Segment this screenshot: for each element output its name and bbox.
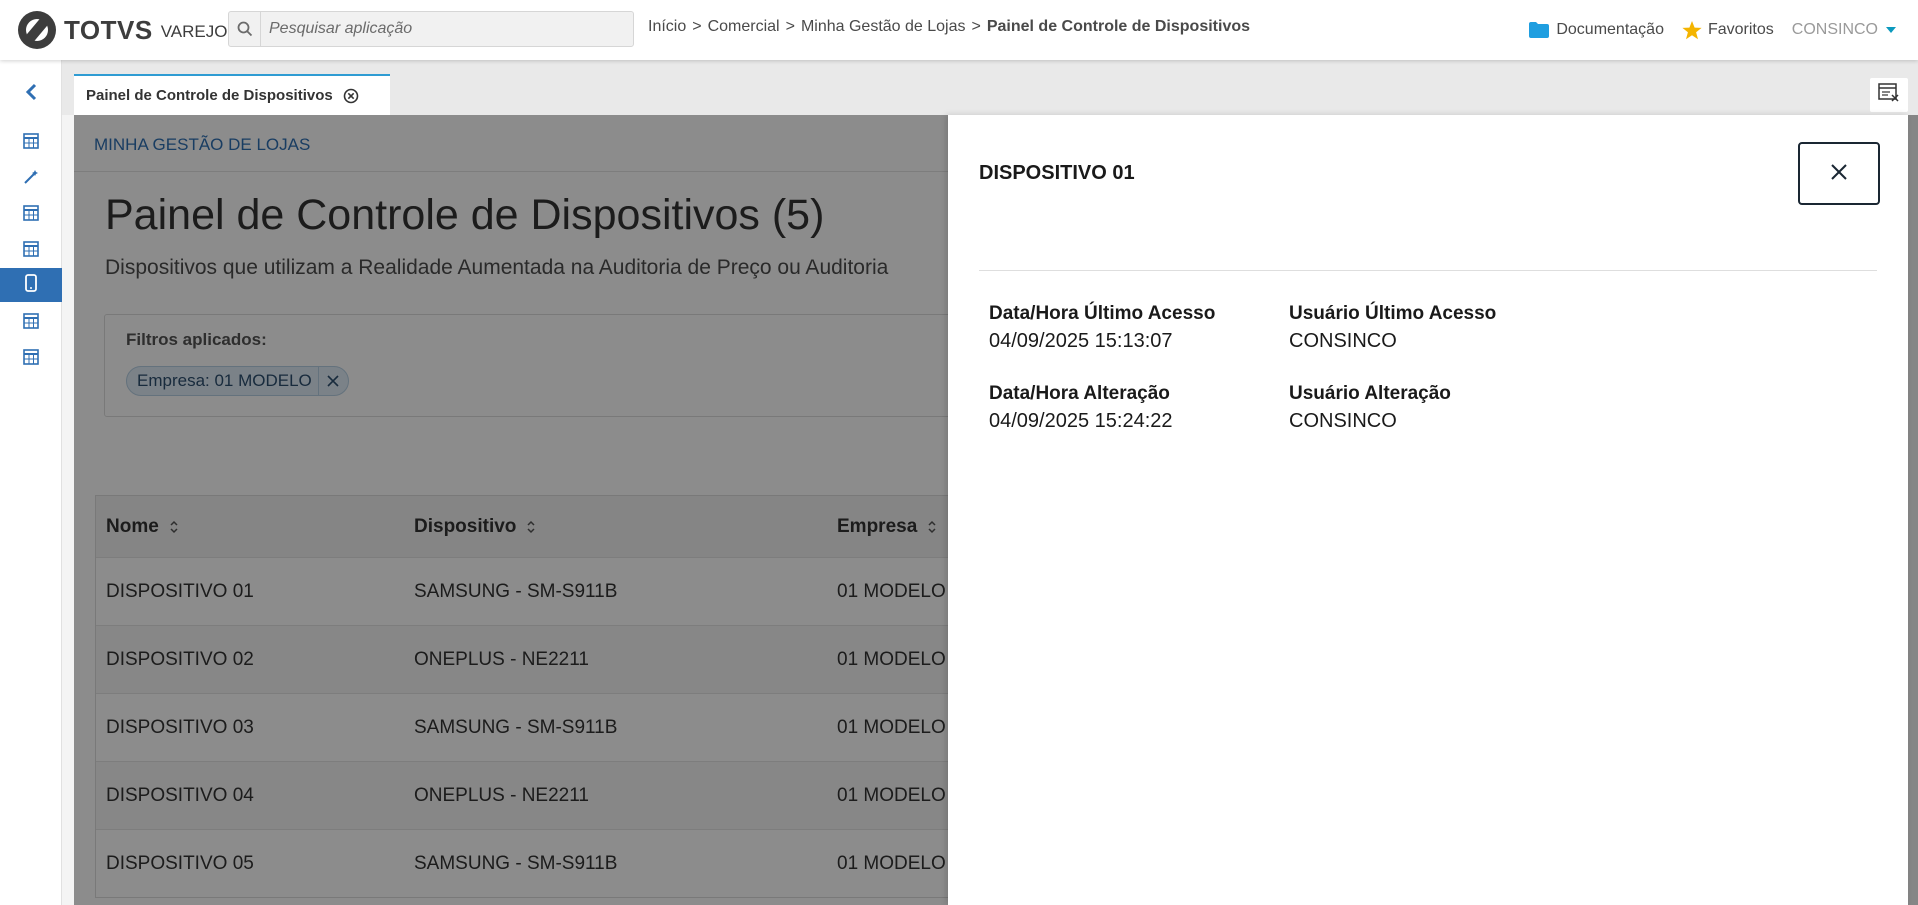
favorites-link[interactable]: Favoritos [1682,20,1774,40]
documentation-label: Documentação [1556,21,1664,38]
breadcrumb: Início > Comercial > Minha Gestão de Loj… [648,18,1250,36]
folder-icon [1528,21,1550,39]
wand-icon [23,169,39,189]
breadcrumb-item-minha-gestao[interactable]: Minha Gestão de Lojas [801,18,966,36]
product-name: VAREJO [160,21,228,41]
field-last-access-datetime: Data/Hora Último Acesso 04/09/2025 15:13… [989,303,1215,353]
field-label: Data/Hora Último Acesso [989,303,1216,324]
drawer-title: DISPOSITIVO 01 [979,162,1135,184]
collapse-sidebar-button[interactable] [0,77,62,111]
user-name: CONSINCO [1791,21,1878,38]
chevron-left-icon [24,83,38,105]
favorites-label: Favoritos [1707,21,1774,38]
sidebar-item-3[interactable] [0,198,62,232]
drawer-divider [979,270,1877,271]
field-last-access-user: Usuário Último Acesso CONSINCO [1289,303,1496,353]
breadcrumb-item-comercial[interactable]: Comercial [708,18,780,36]
breadcrumb-separator: > [971,18,981,35]
close-icon [1829,162,1849,186]
brand-name: TOTVS [64,14,153,45]
mobile-icon [25,274,37,296]
totvs-logo[interactable]: TOTVS VAREJO [18,10,227,50]
sidebar-item-1[interactable] [0,126,62,160]
field-value: 04/09/2025 15:24:22 [989,410,1173,432]
table-icon [23,313,39,333]
field-label: Usuário Alteração [1289,383,1451,404]
documentation-link[interactable]: Documentação [1528,21,1664,39]
totvs-logo-mark [18,11,56,49]
header-actions: Documentação Favoritos CONSINCO [1528,16,1918,44]
close-all-tabs-button[interactable] [1870,78,1908,112]
field-label: Data/Hora Alteração [989,383,1170,404]
sidebar-item-4[interactable] [0,234,62,268]
table-icon [23,205,39,225]
close-drawer-button[interactable] [1798,142,1880,205]
star-icon [1682,20,1702,40]
field-label: Usuário Último Acesso [1289,303,1497,324]
top-header: TOTVS VAREJO Início > Comercial > Minha … [0,0,1918,60]
sidebar-item-7[interactable] [0,342,62,376]
search-input[interactable] [261,20,621,38]
device-detail-drawer: DISPOSITIVO 01 Data/Hora Último Acesso 0… [948,115,1908,905]
field-change-datetime: Data/Hora Alteração 04/09/2025 15:24:22 [989,383,1173,433]
table-icon [23,241,39,261]
field-value: CONSINCO [1289,330,1397,352]
breadcrumb-item-inicio[interactable]: Início [648,18,686,36]
field-value: 04/09/2025 15:13:07 [989,330,1173,352]
table-icon [23,349,39,369]
sidebar [0,60,62,905]
close-tab-icon[interactable] [343,88,359,104]
field-change-user: Usuário Alteração CONSINCO [1289,383,1451,433]
tab-label: Painel de Controle de Dispositivos [86,87,333,104]
close-tabs-icon [1878,83,1900,107]
sidebar-item-2[interactable] [0,162,62,196]
search-box [228,11,634,47]
chevron-down-icon [1886,27,1896,33]
field-value: CONSINCO [1289,410,1397,432]
tab-strip: Painel de Controle de Dispositivos [62,60,1918,115]
breadcrumb-separator: > [692,18,702,35]
breadcrumb-item-current: Painel de Controle de Dispositivos [986,18,1251,35]
table-icon [23,133,39,153]
sidebar-item-6[interactable] [0,306,62,340]
sidebar-item-dispositivos[interactable] [0,268,62,302]
search-icon[interactable] [229,12,261,46]
breadcrumb-separator: > [785,18,795,35]
user-menu[interactable]: CONSINCO [1792,21,1896,39]
tab-painel-dispositivos[interactable]: Painel de Controle de Dispositivos [74,74,390,115]
